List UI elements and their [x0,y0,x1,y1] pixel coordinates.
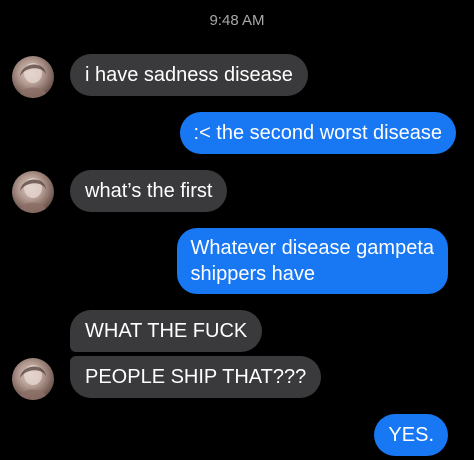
incoming-message-bubble[interactable]: PEOPLE SHIP THAT??? [70,356,322,398]
message-text-line: shippers have [190,263,316,285]
message-text: what’s the first [85,180,213,202]
incoming-message-bubble[interactable]: i have sadness disease [70,54,308,96]
outgoing-message-bubble[interactable]: YES. [374,414,448,456]
message-text: YES. [388,424,434,446]
message-text: PEOPLE SHIP THAT??? [85,366,307,388]
contact-avatar[interactable] [12,171,54,213]
avatar-photo-icon [18,178,48,213]
message-text: i have sadness disease [85,64,293,86]
avatar-photo-icon [18,63,48,98]
outgoing-message-bubble[interactable]: :< the second worst disease [179,112,456,154]
outgoing-message-bubble[interactable]: Whatever disease gampeta shippers have [176,228,448,294]
message-text: :< the second worst disease [193,122,442,144]
message-text-line: Whatever disease gampeta [190,237,434,259]
message-text: WHAT THE FUCK [85,320,248,342]
contact-avatar[interactable] [12,358,54,400]
contact-avatar[interactable] [12,56,54,98]
incoming-message-bubble[interactable]: what’s the first [70,170,228,212]
incoming-message-bubble[interactable]: WHAT THE FUCK [70,310,263,352]
avatar-photo-icon [18,365,48,400]
message-timestamp: 9:48 AM [209,12,265,29]
